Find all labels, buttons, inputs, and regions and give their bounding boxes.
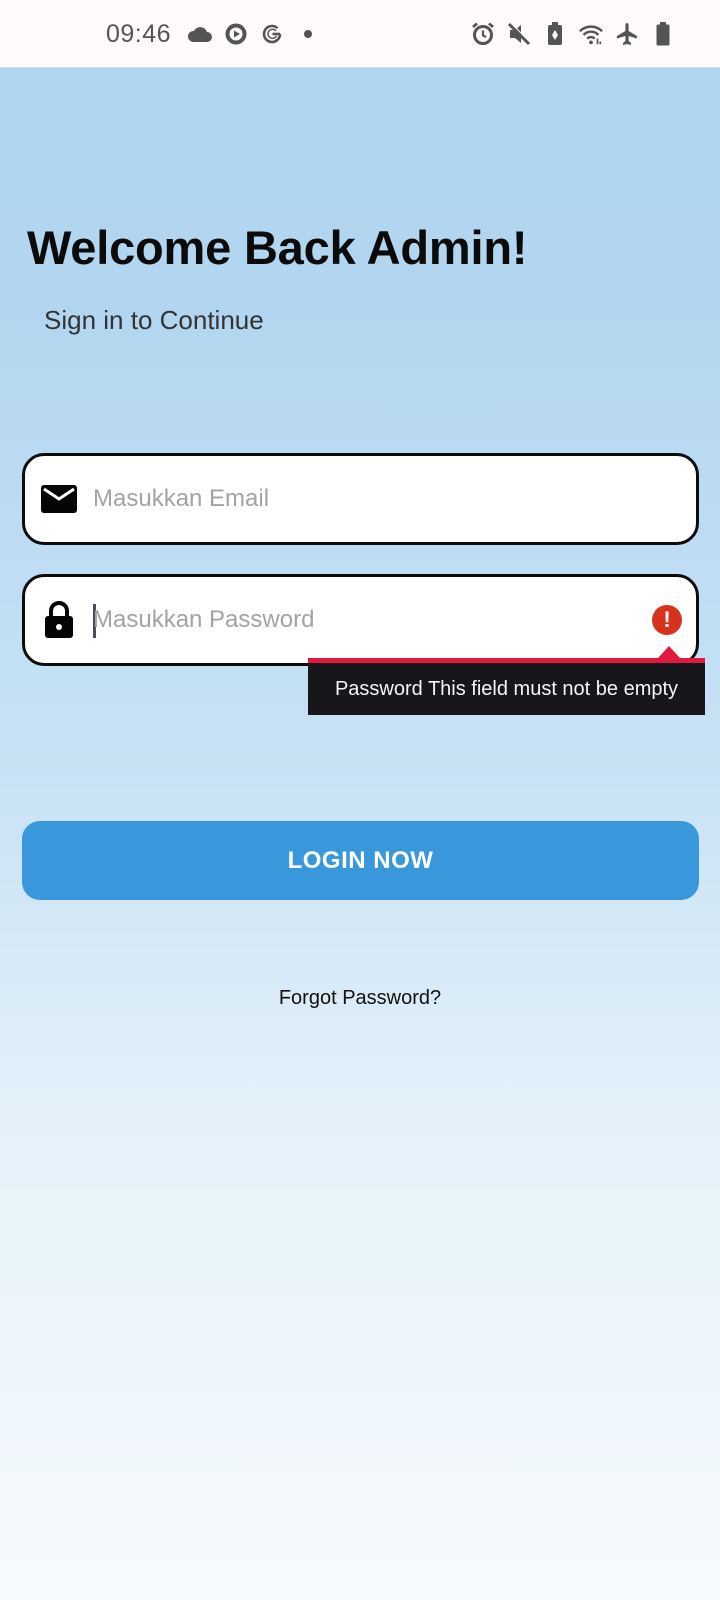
email-icon xyxy=(39,479,79,519)
battery-icon xyxy=(650,21,676,47)
google-icon xyxy=(259,21,285,47)
tooltip-arrow xyxy=(658,646,680,658)
alarm-icon xyxy=(470,21,496,47)
page-title: Welcome Back Admin! xyxy=(27,221,528,274)
cloud-icon xyxy=(187,21,213,47)
status-time: 09:46 xyxy=(106,19,172,48)
email-field[interactable] xyxy=(22,453,699,545)
password-input[interactable] xyxy=(93,577,653,663)
forgot-password-link[interactable]: Forgot Password? xyxy=(0,987,720,1010)
status-left: 09:46 xyxy=(106,0,321,68)
login-button[interactable]: LOGIN NOW xyxy=(22,821,699,900)
page-subtitle: Sign in to Continue xyxy=(44,305,264,335)
password-field[interactable]: ! xyxy=(22,574,699,666)
airplane-icon xyxy=(614,21,640,47)
wifi-icon xyxy=(578,21,604,47)
mute-icon xyxy=(506,21,532,47)
battery-saver-icon xyxy=(542,21,568,47)
play-circle-icon xyxy=(223,21,249,47)
dot-icon xyxy=(295,21,321,47)
error-message: Password This field must not be empty xyxy=(334,677,679,700)
error-icon: ! xyxy=(652,605,682,635)
lock-icon xyxy=(39,600,79,640)
error-tooltip: Password This field must not be empty xyxy=(308,658,705,715)
status-bar: 09:46 xyxy=(0,0,720,68)
email-input[interactable] xyxy=(93,456,653,542)
status-right xyxy=(470,0,676,68)
